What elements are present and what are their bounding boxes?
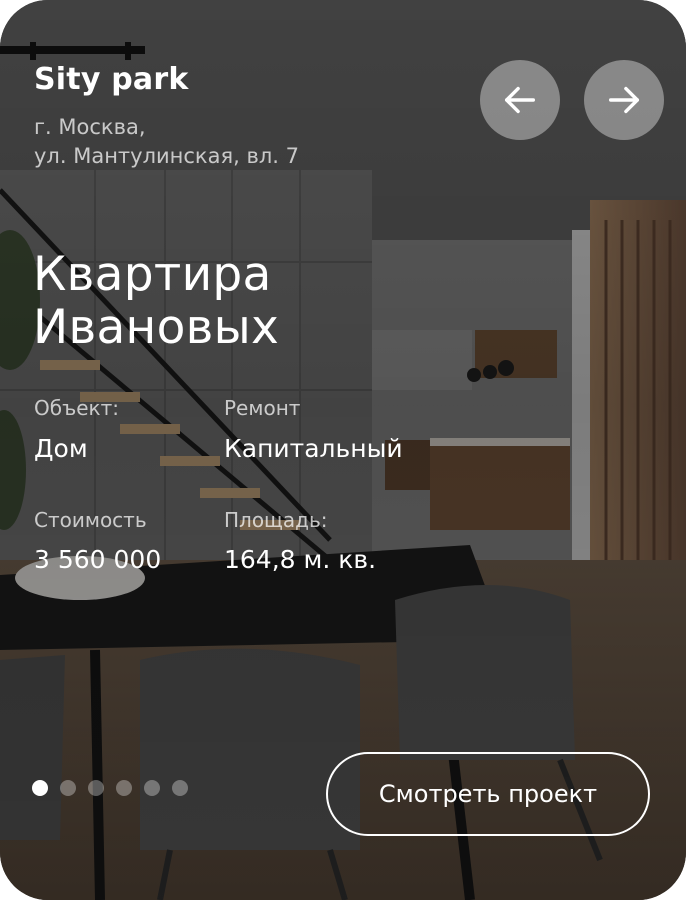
title-line-1: Квартира	[33, 247, 272, 302]
repair-value: Капитальный	[224, 434, 403, 463]
object-value: Дом	[34, 434, 88, 463]
cost-value: 3 560 000	[34, 545, 162, 574]
address-line-city: г. Москва,	[34, 115, 146, 139]
area-label: Площадь:	[224, 508, 328, 532]
address-line-street: ул. Мантулинская, вл. 7	[34, 144, 299, 168]
title-line-2: Ивановых	[33, 300, 280, 355]
slide-dot[interactable]	[60, 780, 76, 796]
project-address: г. Москва, ул. Мантулинская, вл. 7	[34, 113, 299, 171]
project-title: Квартира Ивановых	[33, 248, 279, 354]
repair-label: Ремонт	[224, 396, 301, 420]
area-value: 164,8 м. кв.	[224, 545, 377, 574]
cost-label: Стоимость	[34, 508, 147, 532]
slide-dot[interactable]	[32, 780, 48, 796]
slide-dot[interactable]	[88, 780, 104, 796]
next-button[interactable]	[584, 60, 664, 140]
slider-pagination	[32, 780, 188, 796]
object-label: Объект:	[34, 396, 119, 420]
arrow-left-icon	[504, 86, 536, 114]
arrow-right-icon	[608, 86, 640, 114]
project-brand: Sity park	[34, 62, 189, 97]
slide-dot[interactable]	[172, 780, 188, 796]
slide-dot[interactable]	[116, 780, 132, 796]
previous-button[interactable]	[480, 60, 560, 140]
slide-dot[interactable]	[144, 780, 160, 796]
view-project-button[interactable]: Смотреть проект	[326, 752, 650, 836]
project-card: Sity park г. Москва, ул. Мантулинская, в…	[0, 0, 686, 900]
